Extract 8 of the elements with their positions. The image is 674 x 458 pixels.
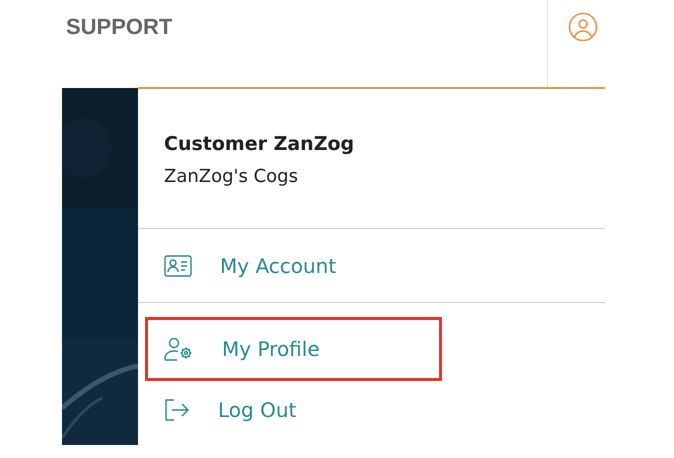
exit-arrow-icon <box>164 399 190 421</box>
id-card-icon <box>164 254 192 276</box>
customer-name: Customer ZanZog <box>164 132 356 157</box>
company-name: ZanZog's Cogs <box>164 165 299 189</box>
brand-title: SUPPORT <box>66 14 172 39</box>
user-avatar-icon[interactable] <box>568 12 598 42</box>
menu-item[interactable]: My Profile <box>145 317 442 381</box>
user-gear-icon <box>164 337 194 361</box>
